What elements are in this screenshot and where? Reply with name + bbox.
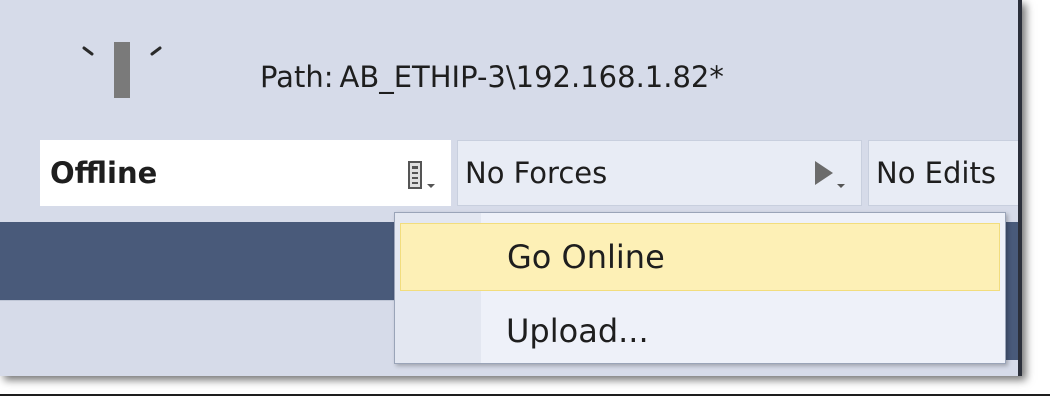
forces-dropdown[interactable]: No Forces: [457, 140, 862, 206]
mode-label: Offline: [50, 156, 158, 190]
menu-item-label: Upload...: [506, 312, 649, 350]
background-row: [0, 300, 400, 361]
forces-label: No Forces: [465, 156, 608, 190]
background-row-edge: [1004, 222, 1018, 360]
background-row-selected: [0, 222, 400, 300]
communication-path: Path: AB_ETHIP-3\192.168.1.82*: [260, 60, 724, 94]
edits-dropdown[interactable]: No Edits: [868, 140, 1022, 206]
window-edge: [1018, 0, 1022, 376]
menu-item-label: Go Online: [507, 238, 665, 276]
menu-item-go-online[interactable]: Go Online: [400, 223, 1000, 291]
forces-arrow-dropdown-icon[interactable]: [811, 157, 851, 193]
online-toolbar-panel: Path: AB_ETHIP-3\192.168.1.82* Offline No…: [0, 0, 1022, 376]
menu-item-upload[interactable]: Upload...: [400, 297, 1000, 365]
controller-mode-dropdown[interactable]: Offline: [40, 140, 451, 206]
path-value: AB_ETHIP-3\192.168.1.82*: [339, 60, 724, 94]
key-switch-icon: [80, 42, 170, 102]
path-label: Path:: [260, 60, 334, 94]
controller-mode-menu: Go Online Upload...: [394, 212, 1006, 364]
edits-label: No Edits: [876, 156, 996, 190]
controller-dropdown-icon[interactable]: [405, 158, 439, 192]
divider: [0, 394, 1050, 396]
